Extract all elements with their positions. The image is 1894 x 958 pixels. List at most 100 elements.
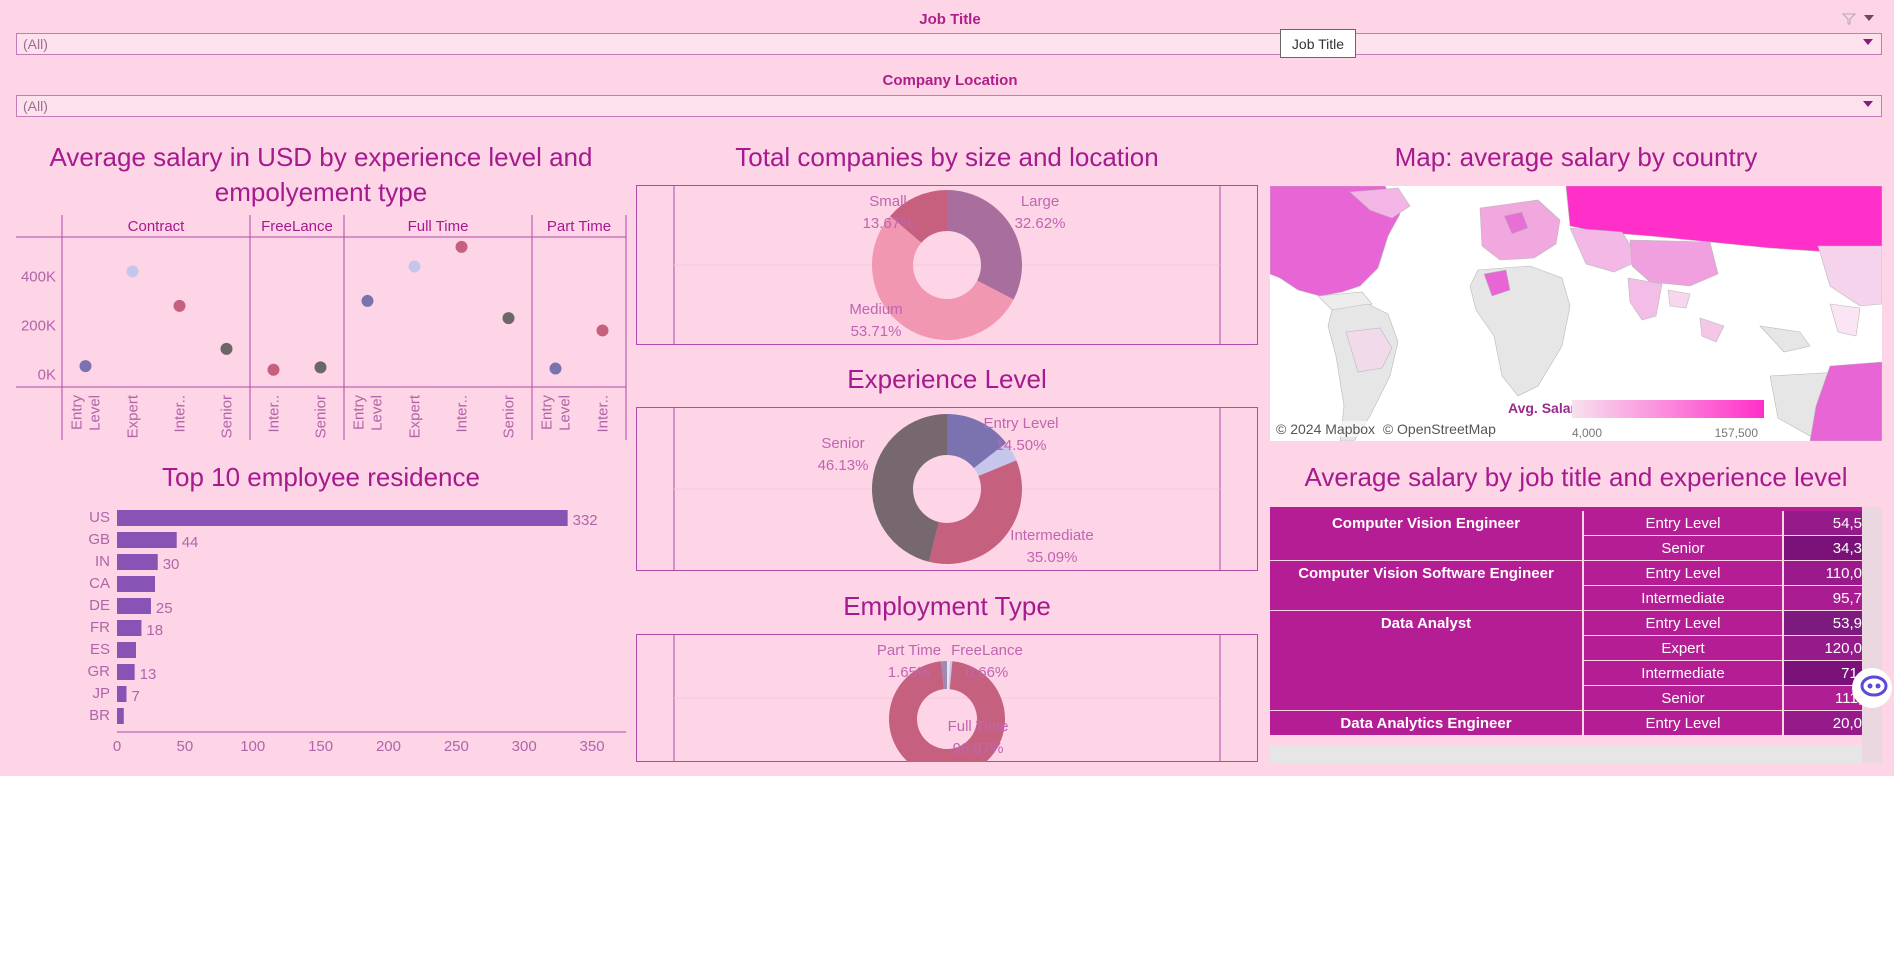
scatter-point: [408, 260, 421, 273]
x-tick-label: Expert: [125, 394, 142, 438]
bar-category-label: GR: [88, 663, 111, 680]
scatter-point: [267, 363, 280, 376]
filter-icon[interactable]: [1841, 12, 1857, 25]
world-map[interactable]: © 2024 Mapbox © OpenStreetMap Avg. Salar…: [1270, 186, 1882, 441]
x-tick-label: Inter..: [266, 395, 283, 433]
bar-value-label: 332: [573, 512, 598, 529]
residence-bar-chart: US 332 GB 44 IN 30 CA DE 25 FR 18 ES GR 13 JP 7 BR0 50 100…: [88, 509, 626, 755]
salary-table: Computer Vision Engineer Entry Level 54,5 S…: [1270, 507, 1882, 763]
panel-header: Contract: [128, 218, 186, 235]
vertical-scrollbar[interactable]: [1862, 507, 1882, 763]
bar-category-label: CA: [89, 575, 110, 592]
assistant-icon[interactable]: [1852, 668, 1892, 708]
pie-label: Small: [869, 193, 907, 210]
bar: [117, 708, 124, 724]
x-tick-label: 0: [113, 738, 121, 755]
pie-label: Full Time: [948, 718, 1009, 735]
scatter-title-line-1: Average salary in USD by experience leve…: [49, 142, 593, 172]
salary-value-cell: 111,: [1784, 686, 1862, 710]
bar: [117, 510, 568, 526]
scatter-chart: 0K200K400KContractLevelEntry Expert Inter.…: [16, 215, 627, 440]
pie-label: Intermediate: [1010, 527, 1093, 544]
x-tick-label: 50: [177, 738, 194, 755]
bar: [117, 576, 156, 592]
bar-value-label: 18: [146, 622, 163, 639]
bar-value-label: 13: [140, 666, 157, 683]
bar-category-label: US: [89, 509, 110, 526]
bar-category-label: FR: [90, 619, 110, 636]
companies-title: Total companies by size and location: [735, 142, 1159, 172]
scatter-title-line-2: empolyement type: [214, 177, 428, 207]
x-tick-label: 100: [240, 738, 265, 755]
bar: [117, 664, 135, 680]
bar: [117, 686, 127, 702]
x-tick-label: Senior: [501, 395, 518, 438]
bar-category-label: ES: [90, 641, 110, 658]
job-title-filter-value: (All): [23, 36, 48, 52]
x-tick-label-line: Entry: [69, 395, 86, 431]
x-tick-label: 300: [512, 738, 537, 755]
panel-header: Full Time: [408, 218, 469, 235]
horizontal-scrollbar[interactable]: [1270, 745, 1862, 763]
x-tick-label: Expert: [407, 394, 424, 438]
company-size-donut: Large 32.62% Medium 53.71% Small 13.67%: [636, 185, 1258, 345]
scatter-point: [455, 240, 468, 253]
bar-value-label: 7: [132, 688, 140, 705]
residence-title: Top 10 employee residence: [162, 462, 480, 492]
salary-value-cell: 54,5: [1784, 511, 1862, 535]
bar-category-label: IN: [95, 553, 110, 570]
experience-level-cell: Entry Level: [1584, 511, 1782, 535]
bar-category-label: GB: [88, 531, 110, 548]
chevron-down-icon[interactable]: [1863, 39, 1873, 45]
pie-percent: 96.87%: [953, 740, 1004, 757]
bar: [117, 554, 158, 570]
chevron-down-icon[interactable]: [1863, 101, 1873, 107]
employment-title: Employment Type: [843, 591, 1051, 621]
pie-label: FreeLance: [951, 642, 1023, 659]
employment-donut: Part Time 1.65% FreeLance 0.66% Full Time 96.…: [636, 634, 1258, 762]
salary-value-cell: 20,0: [1784, 711, 1862, 735]
y-tick-label: 200K: [21, 318, 56, 335]
pie-slice: [947, 190, 1022, 300]
pie-label: Medium: [849, 301, 902, 318]
x-tick-label: 150: [308, 738, 333, 755]
scatter-point: [502, 312, 515, 325]
scatter-point: [549, 362, 562, 375]
scatter-point: [126, 265, 139, 278]
job-title-filter-label: Job Title: [919, 11, 981, 28]
experience-title: Experience Level: [847, 364, 1047, 394]
scatter-title: Average salary in USD by experience leve…: [16, 140, 626, 210]
experience-level-cell: Expert: [1584, 636, 1782, 660]
experience-level-cell: Senior: [1584, 536, 1782, 560]
company-location-filter-label: Company Location: [882, 72, 1018, 89]
pie-percent: 53.71%: [851, 323, 902, 340]
bar-category-label: DE: [89, 597, 110, 614]
scatter-point: [314, 361, 327, 374]
company-location-filter-dropdown[interactable]: (All): [16, 95, 1882, 117]
x-tick-label: Level: [557, 395, 574, 431]
pie-percent: 14.50%: [996, 437, 1047, 454]
x-tick-label: Inter..: [595, 395, 612, 433]
scatter-point: [361, 294, 374, 307]
experience-level-cell: Entry Level: [1584, 561, 1782, 585]
bar-value-label: 30: [163, 556, 180, 573]
job-title-cell: Computer Vision Engineer: [1270, 511, 1582, 560]
experience-level-cell: Entry Level: [1584, 611, 1782, 635]
pie-percent: 46.13%: [818, 457, 869, 474]
job-title-cell: Data Analytics Engineer: [1270, 711, 1582, 735]
x-tick-label: Inter..: [172, 395, 189, 433]
pie-percent: 35.09%: [1027, 549, 1078, 566]
bar-category-label: BR: [89, 707, 110, 724]
filter-menu-icon[interactable]: [1864, 15, 1874, 21]
salary-value-cell: 34,3: [1784, 536, 1862, 560]
bar: [117, 532, 177, 548]
salary-value-cell: 71,: [1784, 661, 1862, 685]
scatter-point: [79, 360, 92, 373]
salary-value-cell: 110,0: [1784, 561, 1862, 585]
job-title-filter-dropdown[interactable]: (All): [16, 33, 1882, 55]
x-tick-label-line: Entry: [351, 395, 368, 431]
bar: [117, 598, 151, 614]
map-legend-max: 157,500: [1714, 426, 1758, 440]
x-tick-label: Level: [369, 395, 386, 431]
map-attribution: © 2024 Mapbox © OpenStreetMap: [1274, 421, 1498, 437]
